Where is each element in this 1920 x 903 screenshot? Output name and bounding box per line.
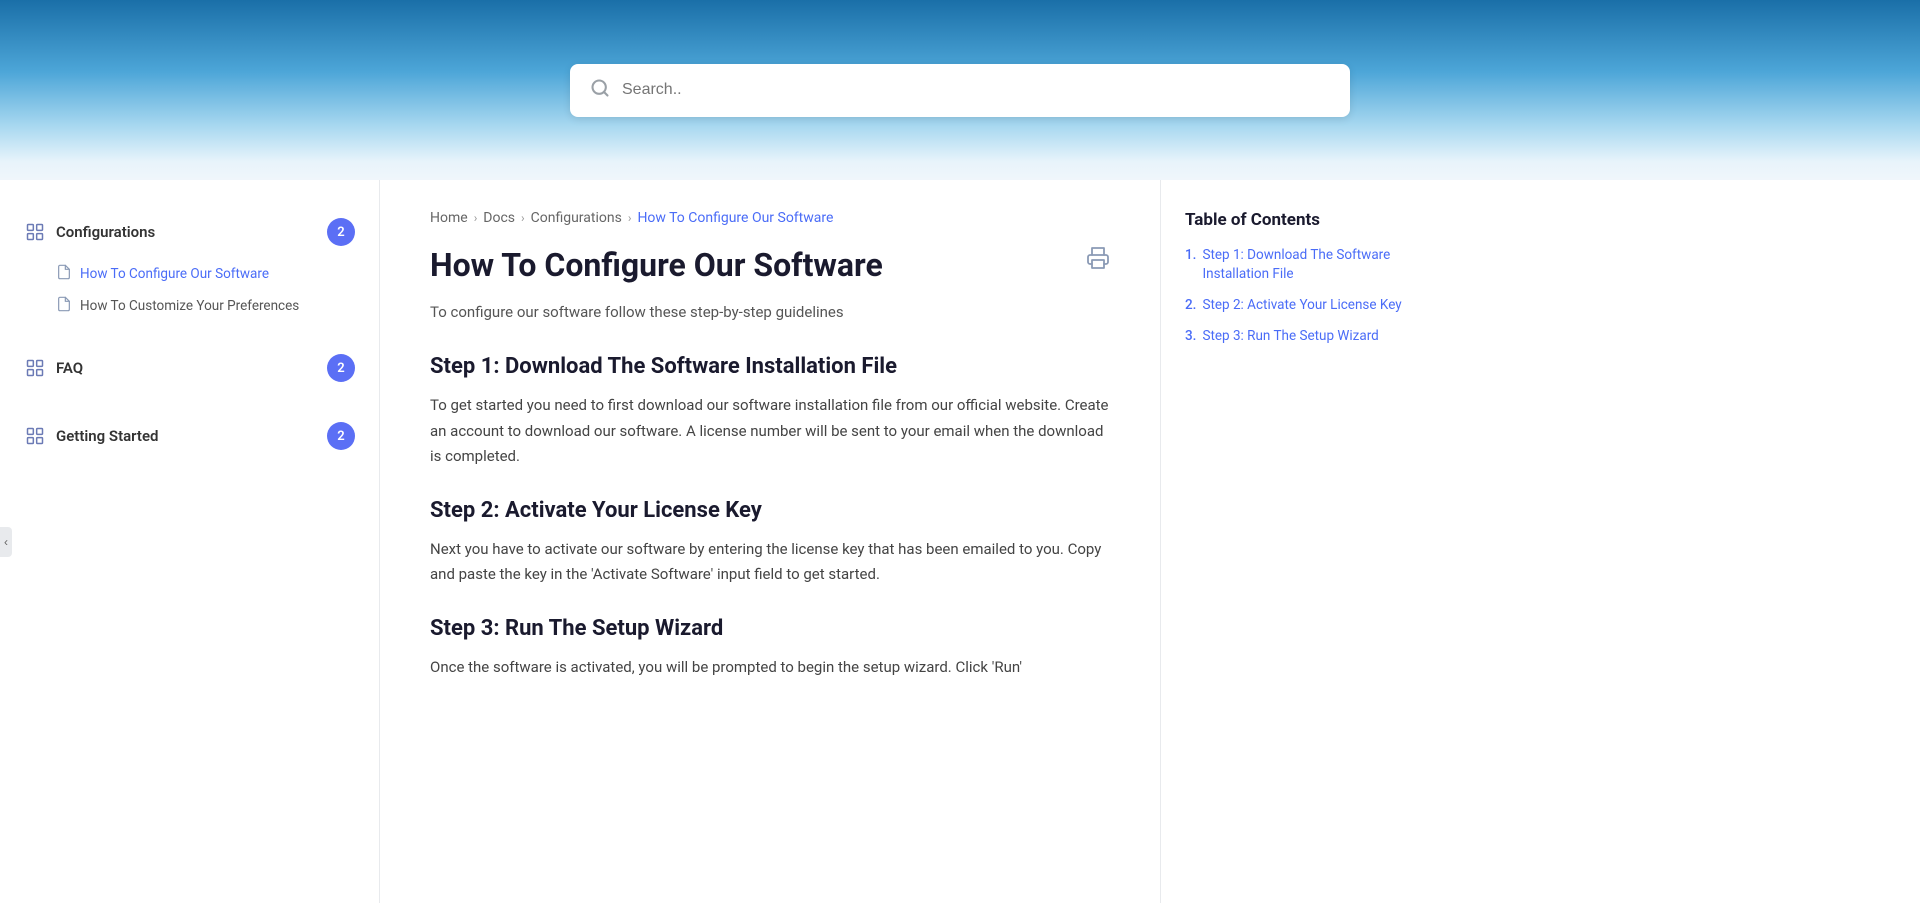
print-button[interactable]	[1086, 246, 1110, 274]
breadcrumb-sep-3: ›	[628, 211, 632, 225]
faq-icon	[24, 357, 46, 379]
toc-number-3: 3.	[1185, 327, 1196, 346]
toc-sidebar: Table of Contents 1. Step 1: Download Th…	[1160, 180, 1440, 903]
sidebar-toggle-button[interactable]: ‹	[0, 527, 12, 557]
toc-number-1: 1.	[1185, 246, 1196, 265]
content-area: Home › Docs › Configurations › How To Co…	[380, 180, 1160, 903]
toc-item-1: 1. Step 1: Download The Software Install…	[1185, 246, 1416, 284]
sidebar: ‹ Configurations 2	[0, 180, 380, 903]
search-input[interactable]	[622, 81, 1330, 99]
search-icon	[590, 78, 610, 103]
breadcrumb-current: How To Configure Our Software	[637, 210, 833, 226]
getting-started-label: Getting Started	[56, 427, 158, 445]
configurations-badge: 2	[327, 218, 355, 246]
toc-item-2: 2. Step 2: Activate Your License Key	[1185, 296, 1416, 315]
sidebar-category-getting-started[interactable]: Getting Started 2	[20, 414, 359, 458]
configurations-sub-items: How To Configure Our Software How To Cus…	[52, 258, 359, 322]
search-bar	[570, 64, 1350, 117]
configurations-label: Configurations	[56, 223, 155, 241]
sidebar-category-configurations[interactable]: Configurations 2	[20, 210, 359, 254]
sidebar-section-faq: FAQ 2	[20, 346, 359, 390]
toc-title: Table of Contents	[1185, 210, 1416, 230]
section-title-step3: Step 3: Run The Setup Wizard	[430, 616, 1110, 641]
sidebar-faq-left: FAQ	[24, 357, 83, 379]
breadcrumb-sep-1: ›	[474, 211, 478, 225]
sidebar-section-configurations: Configurations 2 How To Configure Our So…	[20, 210, 359, 322]
getting-started-badge: 2	[327, 422, 355, 450]
toc-item-3: 3. Step 3: Run The Setup Wizard	[1185, 327, 1416, 346]
sidebar-gs-left: Getting Started	[24, 425, 158, 447]
section-text-step3: Once the software is activated, you will…	[430, 655, 1110, 681]
section-title-step2: Step 2: Activate Your License Key	[430, 498, 1110, 523]
toc-number-2: 2.	[1185, 296, 1196, 315]
sidebar-category-faq[interactable]: FAQ 2	[20, 346, 359, 390]
configurations-icon	[24, 221, 46, 243]
main-layout: ‹ Configurations 2	[0, 180, 1920, 903]
breadcrumb: Home › Docs › Configurations › How To Co…	[430, 210, 1110, 226]
getting-started-icon	[24, 425, 46, 447]
doc-icon-customize	[56, 296, 72, 316]
faq-label: FAQ	[56, 359, 83, 377]
section-title-step1: Step 1: Download The Software Installati…	[430, 354, 1110, 379]
sidebar-section-getting-started: Getting Started 2	[20, 414, 359, 458]
section-text-step2: Next you have to activate our software b…	[430, 537, 1110, 588]
page-intro: To configure our software follow these s…	[430, 300, 1110, 324]
breadcrumb-sep-2: ›	[521, 211, 525, 225]
sidebar-item-how-to-configure[interactable]: How To Configure Our Software	[52, 258, 359, 290]
toc-link-3[interactable]: Step 3: Run The Setup Wizard	[1202, 327, 1378, 346]
toc-link-1[interactable]: Step 1: Download The Software Installati…	[1202, 246, 1416, 284]
breadcrumb-configurations[interactable]: Configurations	[531, 210, 622, 226]
section-text-step1: To get started you need to first downloa…	[430, 393, 1110, 470]
sidebar-item-how-to-customize[interactable]: How To Customize Your Preferences	[52, 290, 359, 322]
page-title: How To Configure Our Software	[430, 246, 1110, 284]
toc-link-2[interactable]: Step 2: Activate Your License Key	[1202, 296, 1401, 315]
doc-icon-configure	[56, 264, 72, 284]
breadcrumb-home[interactable]: Home	[430, 210, 468, 226]
sidebar-category-left: Configurations	[24, 221, 155, 243]
faq-badge: 2	[327, 354, 355, 382]
header	[0, 0, 1920, 180]
breadcrumb-docs[interactable]: Docs	[483, 210, 515, 226]
